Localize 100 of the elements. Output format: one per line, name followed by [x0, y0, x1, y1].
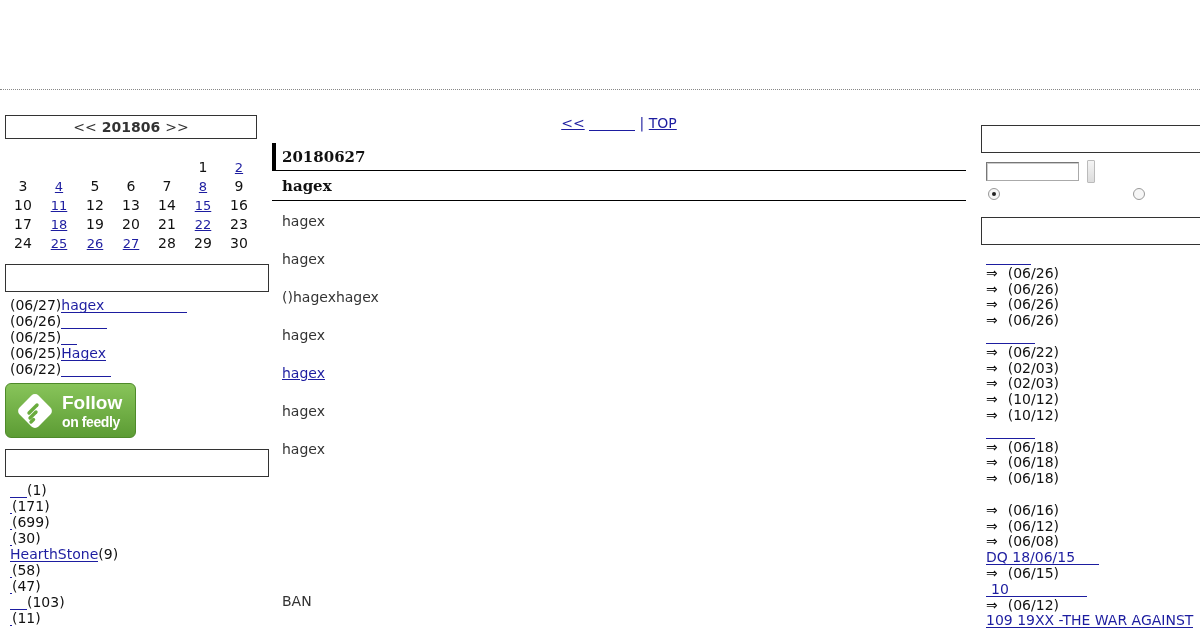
arrow-icon: ⇒ [986, 406, 998, 423]
next-month-link[interactable]: >> [165, 119, 189, 135]
paragraph: hagex [282, 250, 325, 268]
entry-date: (02/03) [1007, 359, 1059, 376]
calendar-day-link[interactable]: 11 [50, 198, 68, 213]
radio-button[interactable] [988, 188, 1000, 200]
calendar-day: 12 [86, 197, 104, 213]
calendar-day: 28 [158, 235, 176, 251]
entry-link[interactable]: 109 19XX -THE WAR AGAINST [986, 613, 1194, 629]
category-count: (58) [12, 562, 41, 578]
previous-entry-link[interactable]: << [561, 115, 585, 131]
paragraph: BAN [282, 592, 312, 610]
entry-date: (06/26) [10, 313, 62, 329]
calendar-day: 9 [234, 178, 244, 194]
calendar-day: 14 [158, 197, 176, 213]
arrow-icon: ⇒ [986, 564, 998, 581]
calendar-day-link[interactable]: 27 [122, 236, 140, 251]
calendar-day: 1 [198, 159, 208, 175]
calendar-day: 19 [86, 216, 104, 232]
calendar-day: 10 [14, 197, 32, 213]
category-count: (30) [12, 530, 41, 546]
entry-link[interactable]: DQ 18/06/15 [986, 550, 1099, 566]
entry-date: (06/25) [10, 329, 62, 345]
entry-date: (06/18) [1007, 470, 1059, 487]
arrow-icon: ⇒ [986, 296, 998, 313]
calendar-day: 3 [18, 178, 28, 194]
category-count: (11) [12, 610, 41, 626]
entry-date: (06/26) [1007, 280, 1059, 297]
paragraph: ()hagexhagex [282, 288, 379, 306]
arrow-icon: ⇒ [986, 533, 998, 550]
category-count: (699) [12, 514, 50, 530]
search-input[interactable] [986, 162, 1079, 181]
entry-date: (06/26) [1007, 296, 1059, 313]
paragraph: hagex [282, 212, 325, 230]
entry-date: (06/18) [1007, 438, 1059, 455]
entry-link[interactable]: Hagex [61, 346, 106, 361]
arrow-icon: ⇒ [986, 264, 998, 281]
entry-link[interactable]: 10 [986, 581, 1087, 597]
entry-date: (06/15) [1007, 564, 1059, 581]
nav-separator: | [639, 115, 645, 131]
calendar-day-link[interactable]: 15 [194, 198, 212, 213]
category-count: (1) [27, 482, 47, 498]
calendar-day: 21 [158, 216, 176, 232]
category-count: (47) [12, 578, 41, 594]
arrow-icon: ⇒ [986, 596, 998, 613]
entry-date: (10/12) [1007, 391, 1059, 408]
arrow-icon: ⇒ [986, 454, 998, 471]
entry-title: hagex [282, 176, 332, 195]
entry-date: (06/27) [10, 297, 62, 313]
calendar-day-link[interactable]: 2 [234, 160, 244, 175]
calendar-day: 6 [126, 178, 136, 194]
entry-date: (06/16) [1007, 501, 1059, 518]
calendar-day: 29 [194, 235, 212, 251]
arrow-icon: ⇒ [986, 359, 998, 376]
entry-date: (02/03) [1007, 375, 1059, 392]
article-link[interactable]: hagex [282, 365, 325, 381]
entry-date: (06/26) [1007, 264, 1059, 281]
paragraph: hagex [282, 440, 325, 458]
paragraph: hagex [282, 402, 325, 420]
arrow-icon: ⇒ [986, 438, 998, 455]
entry-date: (06/08) [1007, 533, 1059, 550]
entry-date: (10/12) [1007, 406, 1059, 423]
calendar-day-link[interactable]: 22 [194, 217, 212, 232]
arrow-icon: ⇒ [986, 312, 998, 329]
entry-date: (06/12) [1007, 596, 1059, 613]
paragraph: hagex [282, 326, 325, 344]
calendar-day-link[interactable]: 4 [54, 179, 64, 194]
calendar-day: 30 [230, 235, 248, 251]
arrow-icon: ⇒ [986, 280, 998, 297]
entry-date: (06/26) [1007, 312, 1059, 329]
entry-date: (06/22) [1007, 343, 1059, 360]
calendar-day: 24 [14, 235, 32, 251]
calendar-day: 17 [14, 216, 32, 232]
calendar-day-link[interactable]: 8 [198, 179, 208, 194]
entry-date: (06/12) [1007, 517, 1059, 534]
calendar-day-link[interactable]: 18 [50, 217, 68, 232]
calendar-day: 16 [230, 197, 248, 213]
arrow-icon: ⇒ [986, 375, 998, 392]
calendar-day: 20 [122, 216, 140, 232]
category-link[interactable]: HearthStone [10, 547, 99, 562]
prev-month-link[interactable]: << [73, 119, 97, 135]
arrow-icon: ⇒ [986, 391, 998, 408]
calendar-day: 13 [122, 197, 140, 213]
arrow-icon: ⇒ [986, 343, 998, 360]
arrow-icon: ⇒ [986, 501, 998, 518]
radio-button[interactable] [1133, 188, 1145, 200]
calendar-day: 23 [230, 216, 248, 232]
calendar-day-link[interactable]: 25 [50, 236, 68, 251]
calendar-day: 5 [90, 178, 100, 194]
category-count: (171) [12, 498, 50, 514]
entry-date: (06/25) [10, 345, 62, 361]
calendar-day-link[interactable]: 26 [86, 236, 104, 251]
entry-date-heading: 20180627 [282, 147, 366, 166]
entry-date: (06/18) [1007, 454, 1059, 471]
arrow-icon: ⇒ [986, 470, 998, 487]
calendar-month: 201806 [101, 119, 161, 135]
category-count: (9) [98, 546, 119, 562]
category-count: (103) [27, 594, 65, 610]
top-link[interactable]: TOP [648, 115, 677, 131]
entry-link[interactable]: hagex [61, 298, 188, 313]
